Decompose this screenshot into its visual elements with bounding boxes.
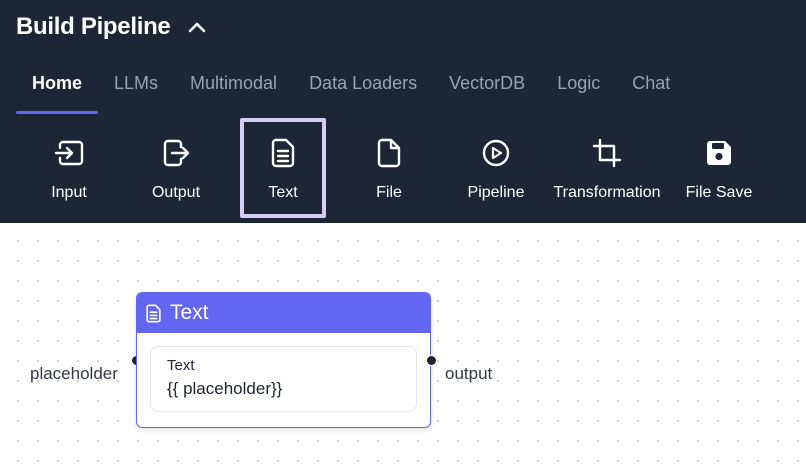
output-icon (159, 136, 193, 170)
file-save-node-button[interactable]: File Save (682, 118, 756, 218)
tab-vectordb[interactable]: VectorDB (433, 62, 541, 114)
text-node[interactable]: Text Text (136, 292, 431, 428)
transformation-node-button[interactable]: Transformation (546, 118, 668, 218)
file-node-label: File (376, 184, 402, 201)
tab-multimodal[interactable]: Multimodal (174, 62, 293, 114)
text-node-title: Text (170, 301, 209, 324)
file-node-button[interactable]: File (360, 118, 418, 218)
tab-llms[interactable]: LLMs (98, 62, 174, 114)
text-node-button[interactable]: Text (240, 118, 326, 218)
input-port-label: placeholder (30, 364, 118, 383)
category-tabs: Home LLMs Multimodal Data Loaders Vector… (16, 62, 686, 114)
page-title: Build Pipeline (16, 13, 171, 40)
input-icon (52, 136, 86, 170)
pipeline-node-label: Pipeline (467, 184, 525, 201)
tab-home[interactable]: Home (16, 62, 99, 114)
crop-icon (590, 136, 624, 170)
play-circle-icon (479, 136, 513, 170)
node-toolbar: Input Output Text File Pipeline Transfor… (0, 118, 806, 218)
title-row: Build Pipeline (16, 10, 208, 44)
tab-logic[interactable]: Logic (541, 62, 616, 114)
input-node-label: Input (51, 184, 87, 201)
file-icon (372, 136, 406, 170)
collapse-button[interactable] (186, 16, 208, 38)
document-text-icon (266, 136, 300, 170)
text-field-label: Text (167, 357, 195, 374)
document-text-icon (146, 303, 161, 323)
output-port-label: output (445, 364, 493, 383)
floppy-disk-icon (702, 136, 736, 170)
text-node-label: Text (268, 184, 298, 201)
output-node-button[interactable]: Output (142, 118, 210, 218)
chevron-up-icon (189, 22, 206, 33)
tab-data-loaders[interactable]: Data Loaders (293, 62, 433, 114)
text-node-header[interactable]: Text (137, 293, 430, 333)
pipeline-header: Build Pipeline Home LLMs Multimodal Data… (0, 0, 806, 223)
file-save-node-label: File Save (685, 184, 753, 201)
pipeline-node-button[interactable]: Pipeline (460, 118, 532, 218)
output-handle[interactable] (426, 355, 437, 366)
tab-chat[interactable]: Chat (616, 62, 686, 114)
text-field-box: Text (150, 346, 417, 412)
transformation-node-label: Transformation (553, 184, 661, 201)
input-node-button[interactable]: Input (36, 118, 102, 218)
output-node-label: Output (151, 184, 201, 201)
text-field-input[interactable] (167, 379, 397, 399)
